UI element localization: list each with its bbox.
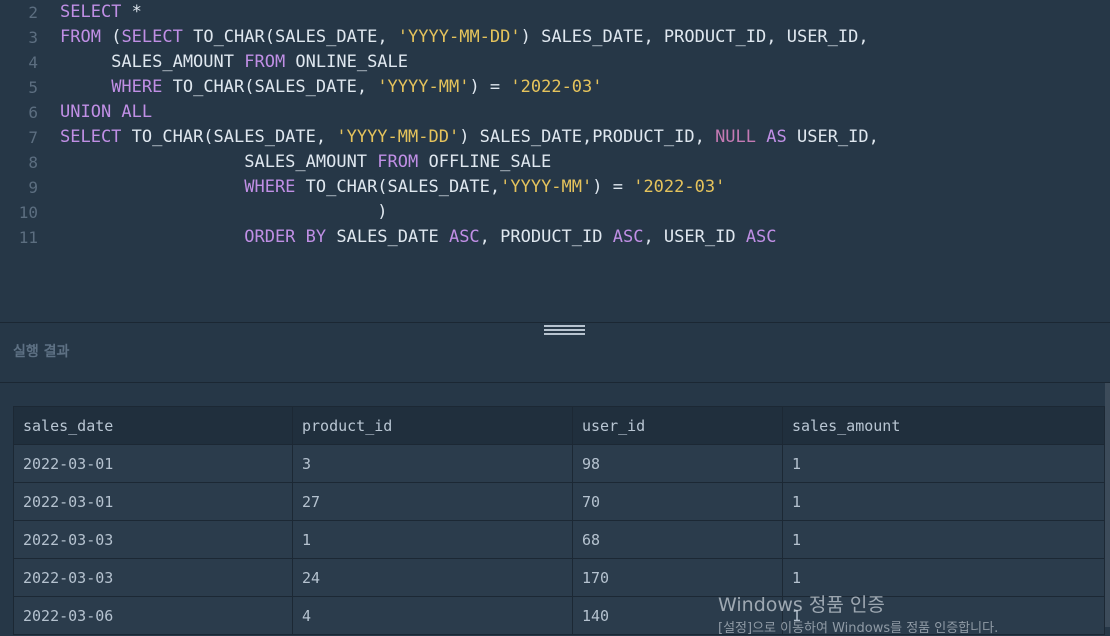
table-cell: 1: [782, 520, 1105, 559]
code-token: '2022-03': [510, 77, 603, 97]
code-token: TO_CHAR(SALES_DATE,: [162, 77, 378, 97]
code-text[interactable]: ORDER BY SALES_DATE ASC, PRODUCT_ID ASC,…: [60, 225, 777, 250]
code-token: SELECT: [121, 27, 183, 47]
code-token: ASC: [448, 227, 480, 247]
code-text[interactable]: SALES_AMOUNT FROM OFFLINE_SALE: [60, 150, 551, 175]
line-number: 8: [28, 153, 38, 172]
code-token: SALES_AMOUNT: [60, 52, 245, 72]
table-row: 2022-03-03 24 170 1: [13, 558, 1105, 597]
code-token: WHERE: [244, 177, 296, 197]
result-scrollbar[interactable]: [1105, 383, 1110, 627]
code-token: 'YYYY-MM-DD': [397, 27, 521, 47]
table-cell: 70: [572, 482, 783, 521]
code-token: SALES_DATE: [326, 227, 449, 247]
code-text[interactable]: ): [60, 200, 388, 225]
table-cell: 4: [292, 596, 573, 635]
code-token: ) =: [469, 77, 511, 97]
activation-watermark-title: Windows 정품 인증: [718, 594, 885, 616]
code-token: ) SALES_DATE, PRODUCT_ID, USER_ID,: [520, 27, 869, 47]
code-token: ONLINE_SALE: [285, 52, 409, 72]
code-text[interactable]: SELECT TO_CHAR(SALES_DATE, 'YYYY-MM-DD')…: [60, 125, 879, 150]
code-token: ): [60, 202, 388, 222]
code-token: TO_CHAR(SALES_DATE,: [121, 127, 337, 147]
table-row: 2022-03-01 27 70 1: [13, 482, 1105, 521]
table-cell: 2022-03-03: [13, 520, 293, 559]
code-token: OFFLINE_SALE: [418, 152, 552, 172]
column-header: product_id: [292, 406, 573, 445]
code-token: , PRODUCT_ID: [479, 227, 613, 247]
table-row: 2022-03-01 3 98 1: [13, 444, 1105, 483]
code-token: UNION ALL: [60, 102, 153, 122]
code-text[interactable]: FROM (SELECT TO_CHAR(SALES_DATE, 'YYYY-M…: [60, 25, 869, 50]
line-number: 9: [28, 178, 38, 197]
table-cell: 1: [292, 520, 573, 559]
code-token: TO_CHAR(SALES_DATE,: [182, 27, 398, 47]
code-token: FROM: [244, 52, 286, 72]
line-number: 10: [18, 203, 38, 222]
line-number: 4: [28, 53, 38, 72]
table-cell: 1: [782, 482, 1105, 521]
column-header: sales_amount: [782, 406, 1105, 445]
column-header: sales_date: [13, 406, 293, 445]
line-number: 3: [28, 28, 38, 47]
line-number: 2: [28, 3, 38, 22]
code-token: ASC: [745, 227, 777, 247]
code-token: TO_CHAR(SALES_DATE,: [295, 177, 501, 197]
table-header-row: sales_date product_id user_id sales_amou…: [13, 406, 1105, 445]
code-token: , USER_ID: [643, 227, 746, 247]
code-token: FROM: [377, 152, 419, 172]
code-text[interactable]: WHERE TO_CHAR(SALES_DATE, 'YYYY-MM') = '…: [60, 75, 603, 100]
pane-splitter: [0, 322, 1110, 323]
line-number: 7: [28, 128, 38, 147]
table-cell: 24: [292, 558, 573, 597]
result-panel-title: 실행 결과: [13, 344, 70, 360]
code-token: AS: [766, 127, 787, 147]
table-cell: 68: [572, 520, 783, 559]
code-text[interactable]: SALES_AMOUNT FROM ONLINE_SALE: [60, 50, 408, 75]
line-number: 11: [18, 228, 38, 247]
code-token: FROM: [60, 27, 101, 47]
code-text[interactable]: WHERE TO_CHAR(SALES_DATE,'YYYY-MM') = '2…: [60, 175, 725, 200]
table-cell: 2022-03-03: [13, 558, 293, 597]
code-token: *: [121, 2, 142, 22]
code-token: 'YYYY-MM': [500, 177, 593, 197]
result-divider: [0, 382, 1110, 383]
code-token: ) =: [592, 177, 634, 197]
code-text[interactable]: SELECT *: [60, 0, 142, 25]
code-token: '2022-03': [633, 177, 726, 197]
code-token: (: [100, 27, 122, 47]
table-row: 2022-03-03 1 68 1: [13, 520, 1105, 559]
code-token: NULL: [715, 127, 757, 147]
line-number: 5: [28, 78, 38, 97]
code-token: SALES_AMOUNT: [60, 152, 378, 172]
table-cell: 3: [292, 444, 573, 483]
table-cell: 1: [782, 444, 1105, 483]
table-cell: 2022-03-01: [13, 444, 293, 483]
code-token: 'YYYY-MM': [377, 77, 470, 97]
line-number: 6: [28, 103, 38, 122]
code-token: ORDER BY: [244, 227, 327, 247]
table-cell: 27: [292, 482, 573, 521]
result-table: sales_date product_id user_id sales_amou…: [13, 406, 1105, 635]
code-text[interactable]: UNION ALL: [60, 100, 152, 125]
code-editor[interactable]: 2 SELECT * 3 FROM (SELECT TO_CHAR(SALES_DAT…: [0, 0, 1110, 322]
code-token: WHERE: [111, 77, 163, 97]
resize-handle[interactable]: [544, 325, 585, 336]
table-cell: 98: [572, 444, 783, 483]
code-token: ASC: [612, 227, 644, 247]
code-token: SELECT: [60, 2, 122, 22]
code-token: 'YYYY-MM-DD': [336, 127, 460, 147]
code-token: SELECT: [60, 127, 122, 147]
code-token: USER_ID,: [786, 127, 879, 147]
table-cell: 2022-03-01: [13, 482, 293, 521]
table-cell: 2022-03-06: [13, 596, 293, 635]
column-header: user_id: [572, 406, 783, 445]
code-token: ) SALES_DATE,PRODUCT_ID,: [459, 127, 716, 147]
